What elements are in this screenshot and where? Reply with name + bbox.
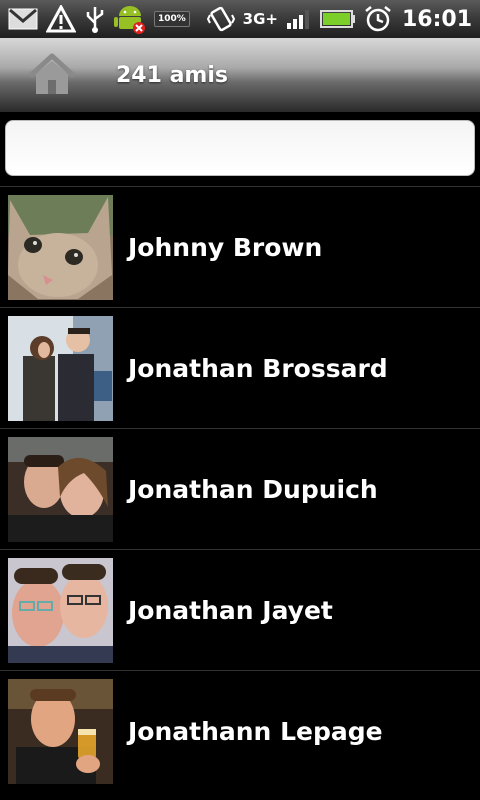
clock: 16:01 [401,6,472,32]
friend-name: Jonathann Lepage [128,716,383,746]
battery-badge-icon: 100% [154,11,190,27]
battery-badge: 100% [154,11,190,27]
usb-icon [84,5,106,33]
search-bar [0,112,480,186]
list-item[interactable]: Jonathan Jayet [0,549,480,670]
battery-icon [319,9,356,29]
list-item[interactable]: Jonathann Lepage [0,670,480,791]
avatar [8,194,113,300]
gmail-icon [8,8,38,30]
alert-icon [46,5,76,33]
signal-icon [286,8,312,30]
friend-name: Jonathan Brossard [128,353,388,383]
list-item[interactable]: Jonathan Dupuich [0,428,480,549]
avatar [8,315,113,421]
avatar [8,557,113,663]
android-debug-icon [114,3,146,35]
avatar [8,436,113,542]
friend-name: Jonathan Jayet [128,595,333,625]
status-bar: 100% 3G+ 16:01 [0,0,480,38]
home-button[interactable] [22,45,82,105]
vibrate-icon [206,5,235,33]
search-input[interactable] [5,120,475,176]
list-item[interactable]: Johnny Brown [0,186,480,307]
friend-name: Jonathan Dupuich [128,474,378,504]
network-3g-icon: 3G+ [242,10,278,28]
friend-name: Johnny Brown [128,232,323,262]
app-header: 241 amis [0,38,480,113]
avatar [8,678,113,784]
home-icon [28,53,76,94]
system-icons: 3G+ 16:01 [199,0,472,38]
notification-icons: 100% [8,0,198,38]
page-title: 241 amis [116,62,228,88]
network-type: 3G+ [242,10,278,28]
list-item[interactable]: Jonathan Brossard [0,307,480,428]
alarm-icon [364,5,392,33]
friend-list: Johnny Brown Jonathan Brossard Jonathan … [0,186,480,791]
